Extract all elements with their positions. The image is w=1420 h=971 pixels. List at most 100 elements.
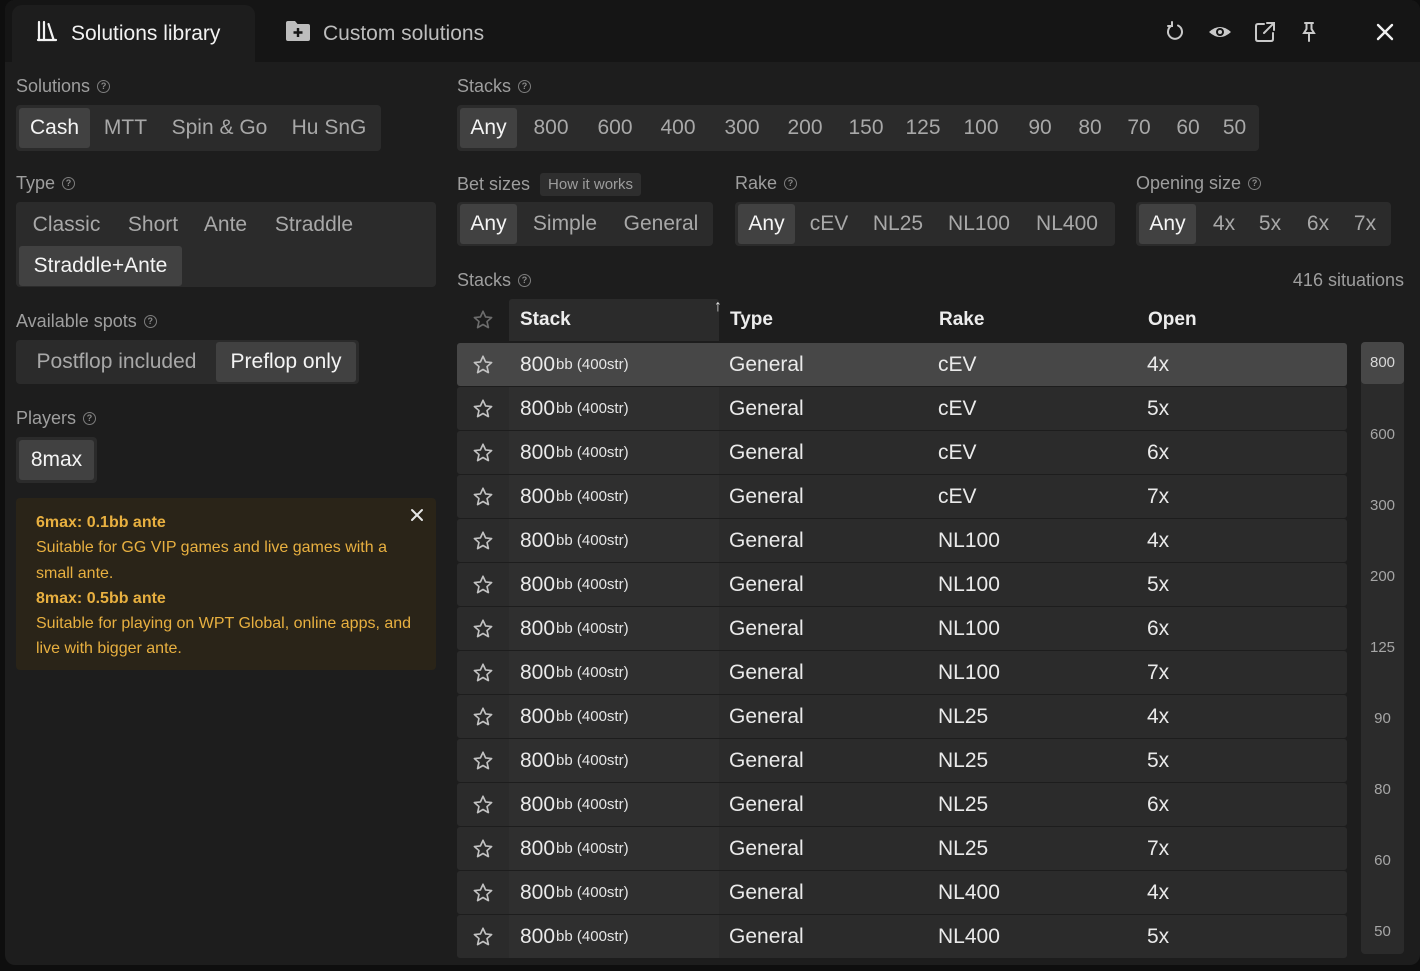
scroll-index-item[interactable]: 125	[1361, 639, 1404, 656]
stacks-option-800[interactable]: 800	[523, 108, 579, 148]
help-icon[interactable]: ?	[784, 177, 798, 190]
table-row[interactable]: 800 bb (400str) General NL25 4x	[457, 695, 1347, 738]
stacks-option-200[interactable]: 200	[777, 108, 833, 148]
stacks-option-80[interactable]: 80	[1066, 108, 1114, 148]
scroll-index-item[interactable]: 300	[1361, 497, 1404, 514]
table-row[interactable]: 800 bb (400str) General cEV 5x	[457, 387, 1347, 430]
tab-solutions-library[interactable]: Solutions library	[12, 5, 255, 62]
refresh-icon[interactable]	[1163, 20, 1187, 44]
table-row[interactable]: 800 bb (400str) General NL25 7x	[457, 827, 1347, 870]
help-icon[interactable]: ?	[97, 80, 111, 93]
pin-icon[interactable]	[1297, 20, 1321, 44]
stacks-option-400[interactable]: 400	[650, 108, 706, 148]
external-link-icon[interactable]	[1253, 20, 1277, 44]
table-row[interactable]: 800 bb (400str) General NL25 6x	[457, 783, 1347, 826]
favorite-star-icon[interactable]	[457, 387, 509, 430]
favorite-star-icon[interactable]	[457, 739, 509, 782]
type-option-ante[interactable]: Ante	[192, 205, 259, 245]
table-row[interactable]: 800 bb (400str) General cEV 4x	[457, 343, 1347, 386]
stack-scroll-index[interactable]: 800 600 300 200 125 90 80 60 50	[1361, 342, 1404, 954]
favorite-star-icon[interactable]	[457, 783, 509, 826]
table-row[interactable]: 800 bb (400str) General cEV 7x	[457, 475, 1347, 518]
help-icon[interactable]: ?	[62, 177, 76, 190]
stacks-option-any[interactable]: Any	[460, 108, 517, 148]
bet-sizes-option-any[interactable]: Any	[460, 204, 517, 244]
opening-option-4x[interactable]: 4x	[1202, 204, 1246, 244]
column-header-type[interactable]: Type	[719, 299, 928, 341]
scroll-index-item[interactable]: 800	[1361, 354, 1404, 371]
favorite-star-icon[interactable]	[457, 607, 509, 650]
help-icon[interactable]: ?	[143, 315, 157, 328]
opening-option-5x[interactable]: 5x	[1248, 204, 1292, 244]
table-row[interactable]: 800 bb (400str) General NL100 7x	[457, 651, 1347, 694]
how-it-works-button[interactable]: How it works	[540, 173, 642, 196]
help-icon[interactable]: ?	[518, 80, 532, 93]
scroll-index-item[interactable]: 90	[1361, 710, 1404, 727]
stacks-option-60[interactable]: 60	[1164, 108, 1212, 148]
column-header-rake[interactable]: Rake	[928, 299, 1137, 341]
favorite-star-icon[interactable]	[457, 519, 509, 562]
eye-icon[interactable]	[1207, 20, 1231, 44]
bet-sizes-option-simple[interactable]: Simple	[523, 204, 607, 244]
scroll-index-item[interactable]: 200	[1361, 568, 1404, 585]
rake-option-any[interactable]: Any	[738, 204, 795, 244]
solutions-option-mtt[interactable]: MTT	[92, 108, 159, 148]
table-row[interactable]: 800 bb (400str) General NL100 4x	[457, 519, 1347, 562]
table-row[interactable]: 800 bb (400str) General NL400 4x	[457, 871, 1347, 914]
favorite-star-icon[interactable]	[457, 871, 509, 914]
spots-option-postflop[interactable]: Postflop included	[19, 342, 214, 382]
type-option-short[interactable]: Short	[116, 205, 190, 245]
rake-option-nl25[interactable]: NL25	[863, 204, 933, 244]
favorite-star-icon[interactable]	[457, 343, 509, 386]
favorite-star-icon[interactable]	[457, 915, 509, 958]
column-header-stack[interactable]: Stack ↑	[509, 298, 722, 341]
table-row[interactable]: 800 bb (400str) General NL100 6x	[457, 607, 1347, 650]
favorite-star-icon[interactable]	[457, 475, 509, 518]
bet-sizes-option-general[interactable]: General	[613, 204, 709, 244]
opening-option-7x[interactable]: 7x	[1343, 204, 1387, 244]
spots-option-preflop[interactable]: Preflop only	[216, 342, 356, 382]
scroll-index-item[interactable]: 60	[1361, 852, 1404, 869]
scroll-index-item[interactable]: 600	[1361, 426, 1404, 443]
stacks-option-150[interactable]: 150	[838, 108, 894, 148]
type-option-classic[interactable]: Classic	[19, 205, 114, 245]
favorite-star-icon[interactable]	[457, 651, 509, 694]
table-row[interactable]: 800 bb (400str) General cEV 6x	[457, 431, 1347, 474]
stacks-option-125[interactable]: 125	[895, 108, 951, 148]
opening-option-6x[interactable]: 6x	[1295, 204, 1341, 244]
table-row[interactable]: 800 bb (400str) General NL100 5x	[457, 563, 1347, 606]
stacks-option-70[interactable]: 70	[1115, 108, 1163, 148]
table-row[interactable]: 800 bb (400str) General NL25 5x	[457, 739, 1347, 782]
rake-option-nl100[interactable]: NL100	[939, 204, 1019, 244]
stack-value: 800	[520, 660, 556, 684]
scroll-index-item[interactable]: 50	[1361, 923, 1404, 940]
stacks-option-600[interactable]: 600	[587, 108, 643, 148]
rake-option-nl400[interactable]: NL400	[1025, 204, 1109, 244]
column-header-open[interactable]: Open	[1137, 299, 1347, 341]
close-icon[interactable]	[1373, 20, 1397, 44]
type-option-straddle[interactable]: Straddle	[261, 205, 367, 245]
favorite-star-icon[interactable]	[457, 563, 509, 606]
help-icon[interactable]: ?	[83, 412, 97, 425]
favorites-column-star-icon[interactable]	[457, 299, 509, 341]
tab-custom-solutions[interactable]: Custom solutions	[285, 5, 545, 62]
close-icon[interactable]	[408, 506, 426, 524]
stacks-option-300[interactable]: 300	[714, 108, 770, 148]
favorite-star-icon[interactable]	[457, 827, 509, 870]
favorite-star-icon[interactable]	[457, 431, 509, 474]
help-icon[interactable]: ?	[1248, 177, 1262, 190]
favorite-star-icon[interactable]	[457, 695, 509, 738]
stacks-option-100[interactable]: 100	[953, 108, 1009, 148]
stacks-option-90[interactable]: 90	[1016, 108, 1064, 148]
solutions-option-cash[interactable]: Cash	[19, 108, 90, 148]
scroll-index-item[interactable]: 80	[1361, 781, 1404, 798]
players-option-8max[interactable]: 8max	[19, 440, 94, 480]
table-row[interactable]: 800 bb (400str) General NL400 5x	[457, 915, 1347, 958]
opening-option-any[interactable]: Any	[1139, 204, 1196, 244]
solutions-option-hu-sng[interactable]: Hu SnG	[280, 108, 378, 148]
help-icon[interactable]: ?	[518, 274, 532, 287]
solutions-option-spin-go[interactable]: Spin & Go	[161, 108, 278, 148]
rake-option-cev[interactable]: cEV	[801, 204, 857, 244]
stacks-option-50[interactable]: 50	[1213, 108, 1256, 148]
type-option-straddle-ante[interactable]: Straddle+Ante	[19, 246, 182, 286]
